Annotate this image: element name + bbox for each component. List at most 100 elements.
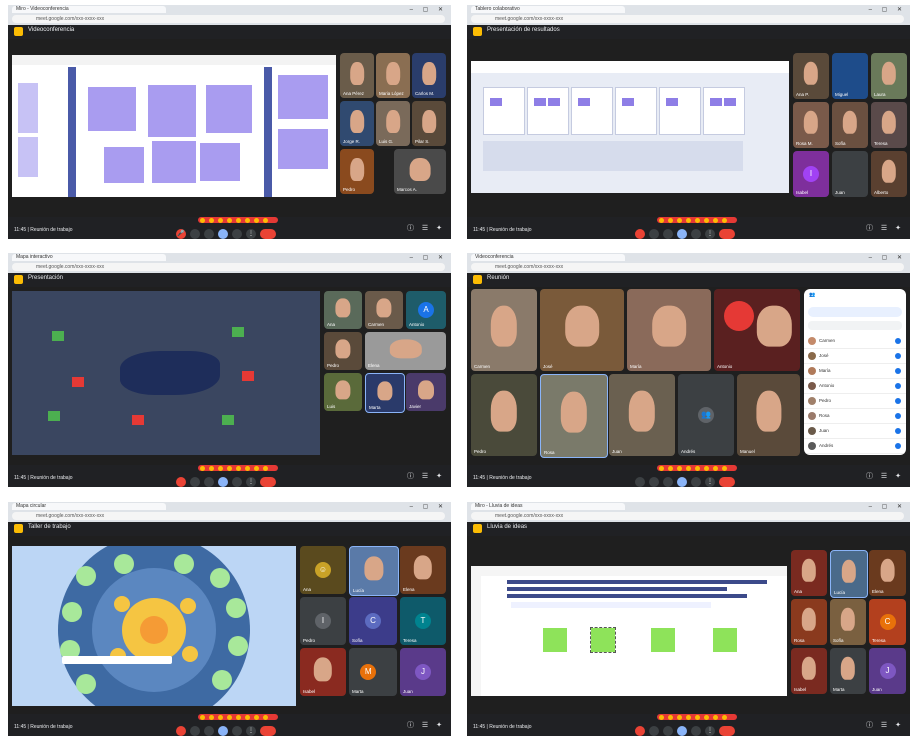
participant-tile[interactable]: J Juan: [400, 648, 446, 696]
participant-tile[interactable]: Javier: [406, 373, 446, 411]
sticky-note[interactable]: [148, 85, 196, 137]
side-controls[interactable]: ⓘ ☰ ✦: [407, 223, 445, 233]
emoji-icon[interactable]: [677, 714, 682, 720]
card[interactable]: [548, 98, 560, 106]
present-icon[interactable]: [677, 725, 687, 736]
mic-icon[interactable]: [176, 476, 186, 487]
list-item[interactable]: María: [804, 364, 906, 379]
card[interactable]: [534, 98, 546, 106]
emoji-icon[interactable]: [686, 217, 691, 223]
window-controls[interactable]: – ▢ ✕: [869, 6, 906, 13]
list-item[interactable]: Pedro: [804, 394, 906, 409]
emoji-icon[interactable]: [218, 217, 223, 223]
board-column[interactable]: [527, 87, 569, 135]
emoji-icon[interactable]: [713, 714, 718, 720]
emoji-icon[interactable]: [236, 714, 241, 720]
mic-icon[interactable]: [635, 725, 645, 736]
emoji-icon[interactable]: [722, 714, 727, 720]
emoji-icon[interactable]: [245, 217, 250, 223]
more-icon[interactable]: ⋮: [705, 725, 715, 736]
more-icon[interactable]: ⋮: [705, 228, 715, 239]
participant-tile[interactable]: Ana P.: [793, 53, 829, 99]
list-item[interactable]: Juan: [804, 424, 906, 439]
participant-tile[interactable]: José: [540, 289, 624, 371]
emoji-icon[interactable]: [200, 465, 205, 471]
reactions-bar[interactable]: [657, 714, 737, 720]
node[interactable]: [62, 602, 82, 622]
card[interactable]: [578, 98, 590, 106]
url-bar[interactable]: meet.google.com/xxx-xxxx-xxx: [12, 263, 445, 271]
node[interactable]: [76, 674, 96, 694]
participant-tile[interactable]: Rosa: [540, 374, 608, 458]
sticky-note[interactable]: [278, 75, 328, 119]
participant-tile[interactable]: Jorge R.: [340, 101, 374, 146]
node[interactable]: [212, 670, 232, 690]
mic-icon[interactable]: [895, 338, 901, 344]
emoji-icon[interactable]: [695, 217, 700, 223]
mic-icon[interactable]: 🎤: [176, 228, 186, 239]
sticky-note[interactable]: [206, 85, 252, 133]
camera-icon[interactable]: [190, 476, 200, 487]
card[interactable]: [666, 98, 678, 106]
sticky-note[interactable]: [104, 147, 144, 183]
captions-icon[interactable]: [204, 725, 214, 736]
participant-tile[interactable]: Carmen: [365, 291, 403, 329]
side-controls[interactable]: ⓘ ☰ ✦: [866, 471, 904, 481]
participant-tile[interactable]: Elena: [400, 546, 446, 594]
mic-icon[interactable]: [895, 428, 901, 434]
browser-tab[interactable]: Tablero colaborativo: [471, 6, 625, 13]
emoji-icon[interactable]: [218, 714, 223, 720]
more-icon[interactable]: ⋮: [246, 228, 256, 239]
shared-screen-miro[interactable]: [471, 566, 787, 696]
participant-tile[interactable]: Sofía: [830, 599, 866, 645]
camera-icon[interactable]: [649, 725, 659, 736]
emoji-icon[interactable]: [686, 714, 691, 720]
emoji-icon[interactable]: [704, 465, 709, 471]
participant-tile[interactable]: Maria López: [376, 53, 410, 98]
emoji-icon[interactable]: [668, 217, 673, 223]
mic-icon[interactable]: [895, 368, 901, 374]
node[interactable]: [182, 646, 198, 662]
more-icon[interactable]: ⋮: [705, 476, 715, 487]
reactions-bar[interactable]: [198, 217, 278, 223]
mic-icon[interactable]: [895, 383, 901, 389]
participant-tile[interactable]: Lucía: [349, 546, 399, 596]
url-bar[interactable]: meet.google.com/xxx-xxxx-xxx: [471, 263, 904, 271]
participant-tile[interactable]: María: [627, 289, 711, 371]
end-call-icon[interactable]: [260, 725, 276, 736]
sticky-note[interactable]: [713, 628, 737, 652]
sticky-note[interactable]: [18, 83, 38, 133]
emoji-icon[interactable]: [713, 465, 718, 471]
emoji-icon[interactable]: [236, 465, 241, 471]
mic-icon[interactable]: [895, 443, 901, 449]
window-controls[interactable]: – ▢ ✕: [410, 6, 447, 13]
format-toolbar[interactable]: [511, 602, 711, 608]
mic-icon[interactable]: [895, 398, 901, 404]
side-controls[interactable]: ⓘ ☰ ✦: [407, 720, 445, 730]
reactions-bar[interactable]: [198, 714, 278, 720]
end-call-icon[interactable]: [719, 228, 735, 239]
emoji-icon[interactable]: [695, 465, 700, 471]
node[interactable]: [174, 554, 194, 574]
card[interactable]: [710, 98, 722, 106]
participant-tile[interactable]: M Marta: [349, 648, 397, 696]
center-node[interactable]: [140, 616, 168, 644]
node[interactable]: [228, 636, 248, 656]
emoji-icon[interactable]: [227, 465, 232, 471]
node[interactable]: [210, 568, 230, 588]
emoji-icon[interactable]: [659, 714, 664, 720]
window-controls[interactable]: – ▢ ✕: [869, 254, 906, 261]
participant-tile[interactable]: Luis: [324, 373, 362, 411]
node[interactable]: [76, 566, 96, 586]
participant-tile[interactable]: Marta: [365, 373, 405, 413]
list-item[interactable]: Antonio: [804, 379, 906, 394]
present-icon[interactable]: [218, 725, 228, 736]
participant-tile[interactable]: Marta: [830, 648, 866, 694]
card[interactable]: [490, 98, 502, 106]
participant-tile[interactable]: Ana Pérez: [340, 53, 374, 98]
card[interactable]: [622, 98, 634, 106]
emoji-icon[interactable]: [254, 714, 259, 720]
camera-icon[interactable]: [190, 228, 200, 239]
emoji-icon[interactable]: [713, 217, 718, 223]
list-item[interactable]: Andrés: [804, 439, 906, 454]
